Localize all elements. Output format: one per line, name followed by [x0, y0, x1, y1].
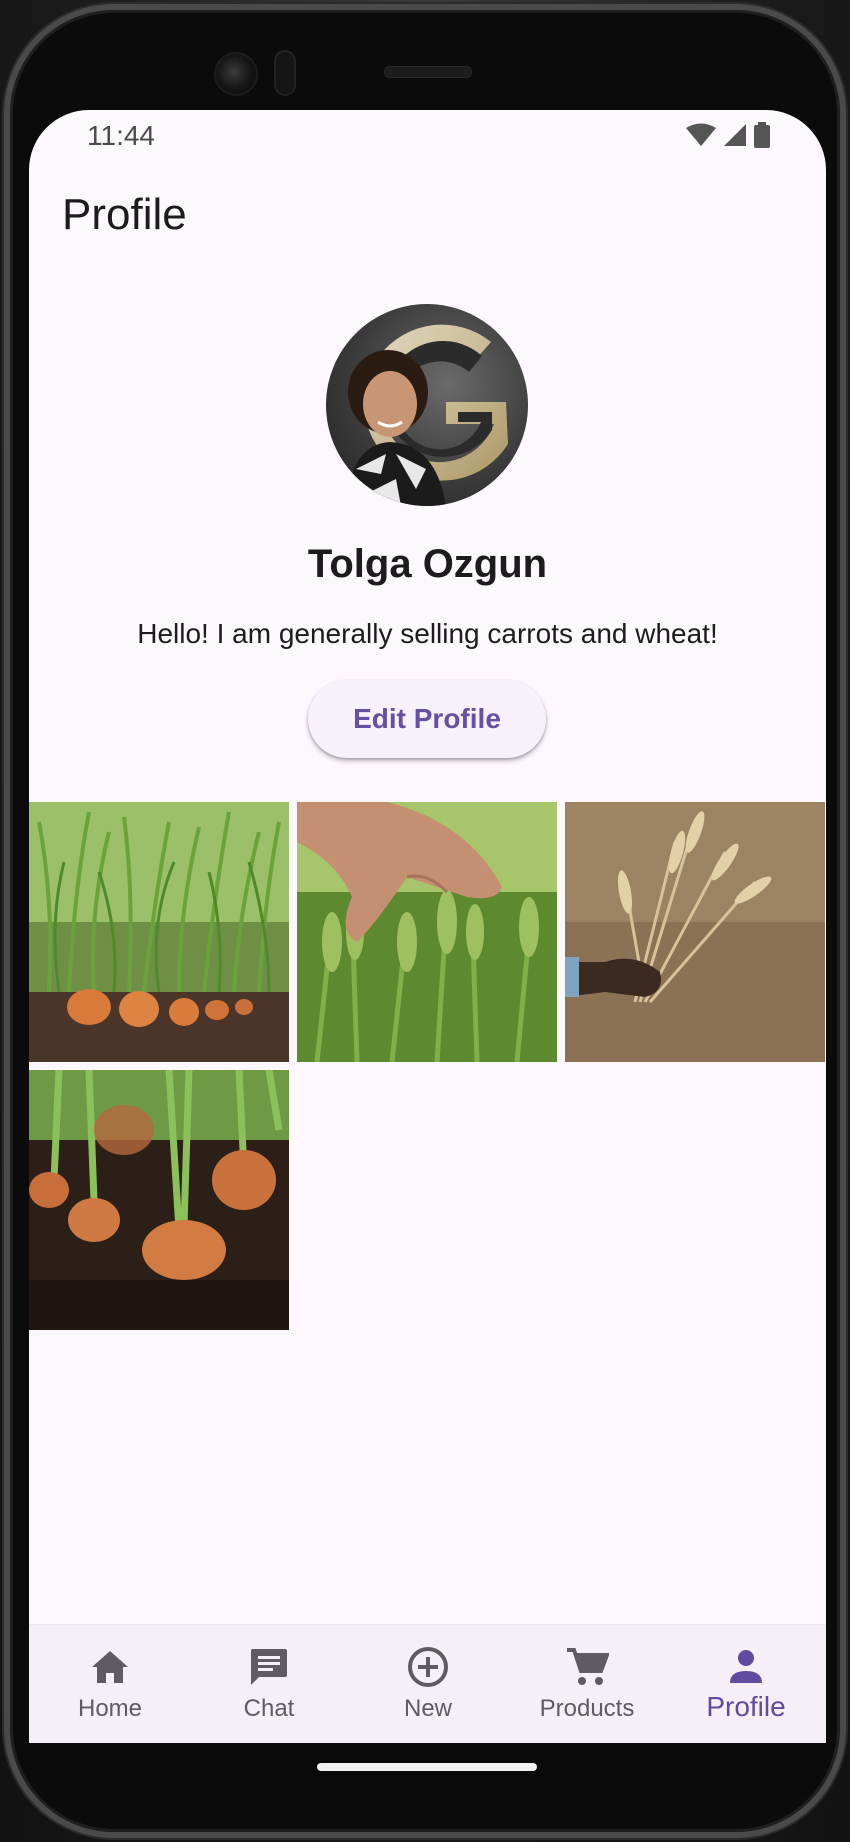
chat-icon	[247, 1645, 291, 1689]
nav-label-profile: Profile	[706, 1691, 786, 1722]
nav-label-new: New	[403, 1695, 452, 1722]
signal-icon	[722, 123, 748, 152]
battery-icon	[754, 122, 770, 153]
profile-bio: Hello! I am generally selling carrots an…	[137, 618, 718, 649]
nav-label-home: Home	[77, 1695, 143, 1722]
status-time: 11:44	[87, 120, 155, 151]
nav-item-home[interactable]: Home	[30, 1625, 190, 1743]
earpiece-speaker	[384, 66, 472, 78]
bottom-navigation-bar: Home Chat New Products Profile	[29, 1624, 826, 1743]
cart-icon	[565, 1645, 609, 1689]
status-icons	[686, 122, 770, 153]
profile-name: Tolga Ozgun	[307, 542, 548, 586]
avatar[interactable]	[326, 304, 528, 506]
nav-item-profile[interactable]: Profile	[666, 1625, 826, 1743]
status-bar: 11:44	[29, 110, 826, 166]
proximity-sensor	[274, 50, 296, 96]
nav-item-new[interactable]: New	[348, 1625, 508, 1743]
edit-profile-button[interactable]: Edit Profile	[308, 680, 546, 758]
nav-item-chat[interactable]: Chat	[189, 1625, 349, 1743]
app-screen: 11:44 Profile Tolga Ozgun Hello! I am ge…	[29, 110, 826, 1743]
home-indicator[interactable]	[317, 1763, 537, 1771]
gesture-navigation-area	[29, 1743, 826, 1799]
add-circle-icon	[406, 1645, 450, 1689]
nav-label-products: Products	[539, 1695, 635, 1722]
person-icon	[724, 1645, 768, 1689]
gallery-image-hand-wheat[interactable]	[297, 802, 557, 1062]
nav-item-products[interactable]: Products	[507, 1625, 667, 1743]
front-camera	[214, 52, 258, 96]
nav-label-chat: Chat	[243, 1695, 295, 1722]
page-title: Profile	[62, 190, 187, 239]
wifi-icon	[686, 123, 716, 152]
gallery-image-carrots-soil[interactable]	[29, 1070, 289, 1330]
home-icon	[88, 1645, 132, 1689]
gallery-image-carrots-field[interactable]	[29, 802, 289, 1062]
gallery-image-wheat-bundle[interactable]	[565, 802, 825, 1062]
phone-frame: 11:44 Profile Tolga Ozgun Hello! I am ge…	[0, 0, 850, 1842]
